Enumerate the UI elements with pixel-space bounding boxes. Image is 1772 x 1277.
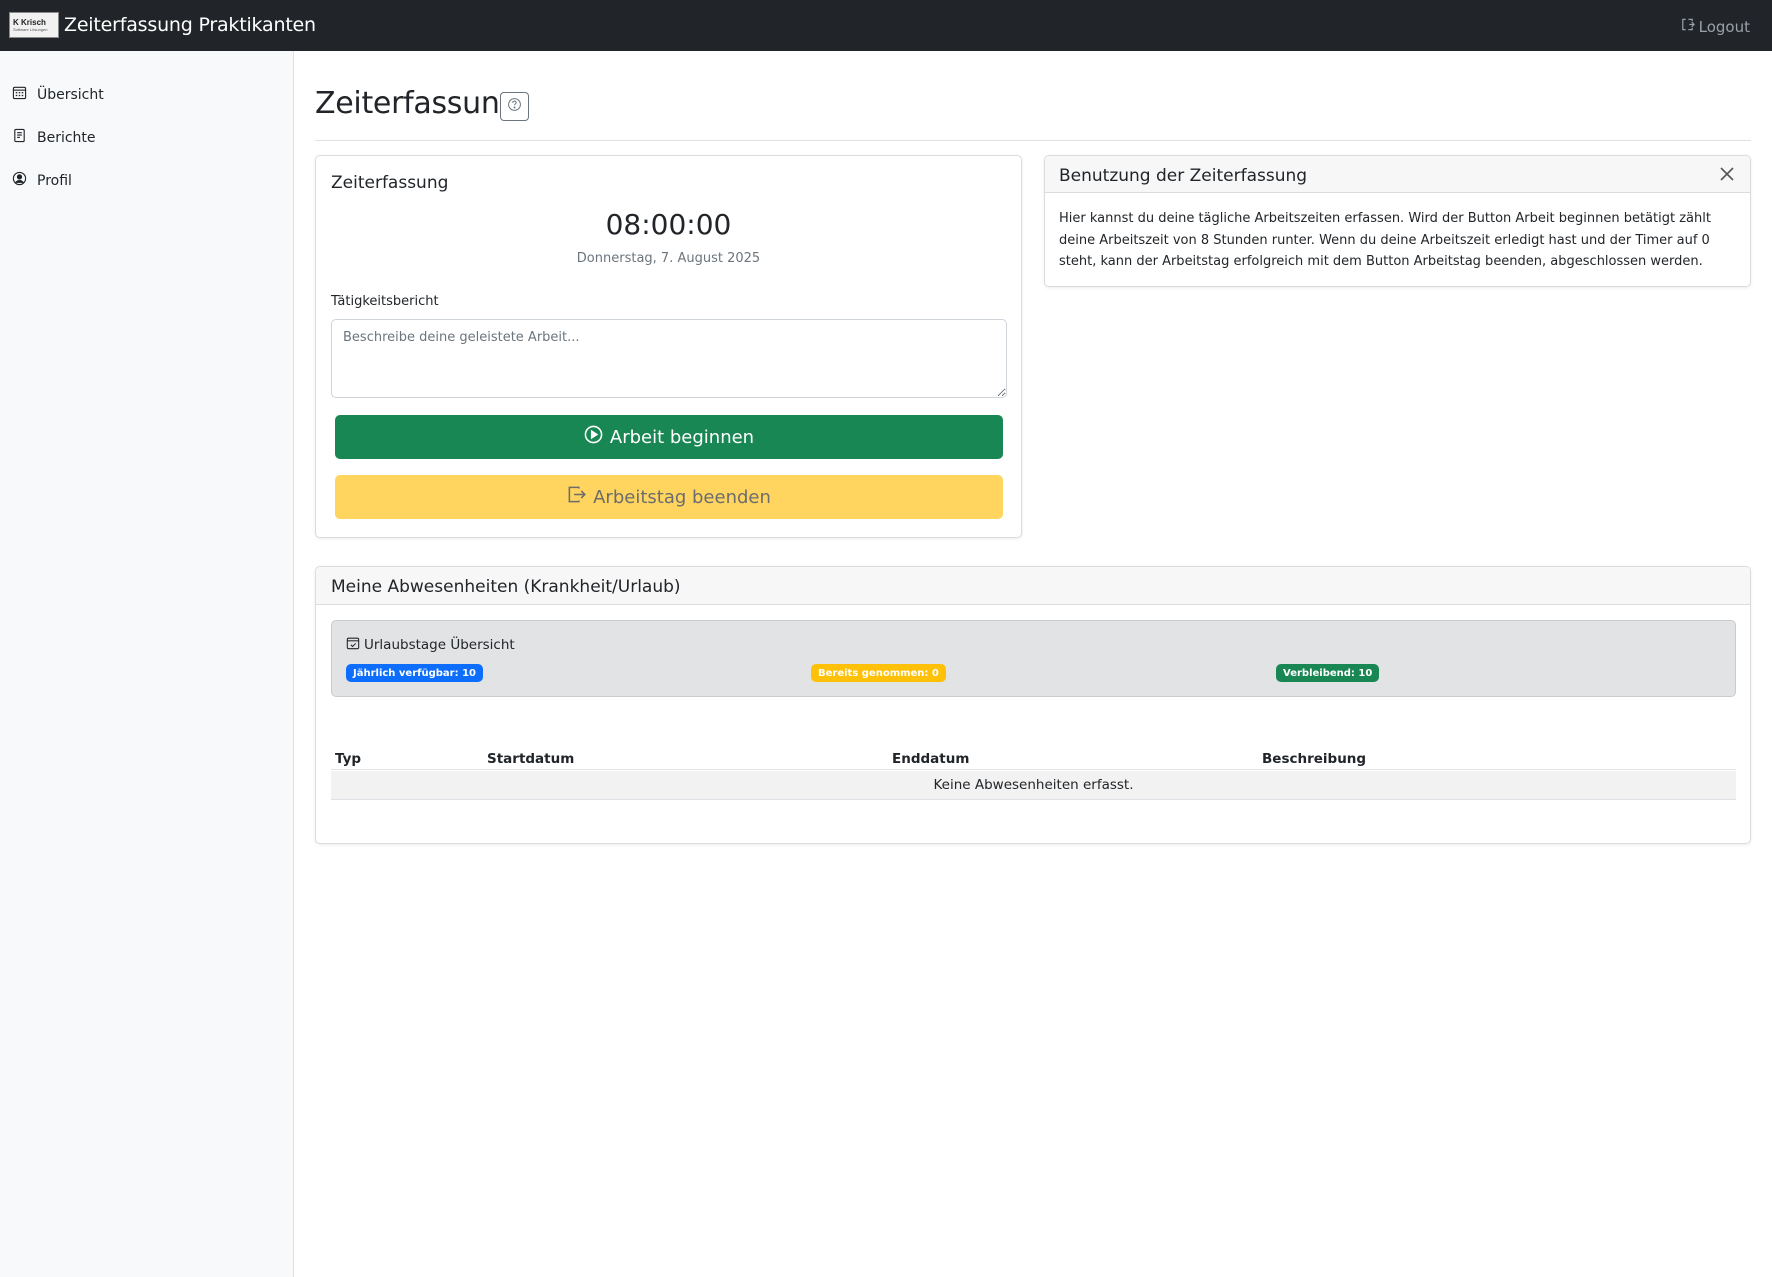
document-icon <box>12 128 27 147</box>
question-circle-icon <box>507 97 522 117</box>
info-card-header: Benutzung der Zeiterfassung <box>1045 156 1750 193</box>
end-workday-label: Arbeitstag beenden <box>593 486 771 508</box>
table-empty-row: Keine Abwesenheiten erfasst. <box>331 771 1736 800</box>
sidebar: Übersicht Berichte Profil <box>0 51 294 1277</box>
absences-card: Meine Abwesenheiten (Krankheit/Urlaub) U… <box>315 566 1751 844</box>
current-date: Donnerstag, 7. August 2025 <box>576 251 761 266</box>
countdown-timer: 08:00:00 <box>605 208 732 241</box>
person-circle-icon <box>12 171 27 190</box>
sidebar-item-label: Berichte <box>37 129 96 146</box>
calendar-check-icon <box>346 636 360 654</box>
logout-link[interactable]: Logout <box>1680 17 1750 36</box>
sidebar-item-berichte[interactable]: Berichte <box>12 128 96 147</box>
activity-report-input[interactable] <box>331 319 1007 398</box>
title-divider <box>315 140 1751 141</box>
app-title[interactable]: Zeiterfassung Praktikanten <box>64 14 316 36</box>
logo-subtext: Software Lösungen <box>13 27 48 32</box>
absences-title: Meine Abwesenheiten (Krankheit/Urlaub) <box>331 577 681 597</box>
start-work-label: Arbeit beginnen <box>609 426 755 448</box>
info-card-text: Hier kannst du deine tägliche Arbeitszei… <box>1059 211 1711 269</box>
end-workday-button[interactable]: Arbeitstag beenden <box>335 475 1003 519</box>
info-card-title: Benutzung der Zeiterfassung <box>1059 166 1308 186</box>
vacation-overview-title: Urlaubstage Übersicht <box>346 636 515 654</box>
logo-text: K Krisch <box>13 18 46 27</box>
column-header-startdatum[interactable]: Startdatum <box>487 751 574 767</box>
sidebar-item-uebersicht[interactable]: Übersicht <box>12 85 104 104</box>
column-header-enddatum[interactable]: Enddatum <box>892 751 969 767</box>
absences-header: Meine Abwesenheiten (Krankheit/Urlaub) <box>316 567 1750 605</box>
logout-label: Logout <box>1698 17 1750 36</box>
calendar-icon <box>12 85 27 104</box>
help-button[interactable] <box>500 92 529 121</box>
sidebar-item-profil[interactable]: Profil <box>12 171 72 190</box>
logout-icon <box>1680 17 1695 36</box>
vacation-overview: Urlaubstage Übersicht Jährlich verfügbar… <box>331 620 1736 697</box>
close-icon[interactable] <box>1718 165 1736 183</box>
badge-remaining: Verbleibend: 10 <box>1276 664 1380 682</box>
play-circle-icon <box>584 425 603 449</box>
report-label: Tätigkeitsbericht <box>331 294 439 309</box>
sidebar-item-label: Profil <box>37 172 72 189</box>
table-header: Typ Startdatum Enddatum Beschreibung <box>331 748 1736 770</box>
badge-taken: Bereits genommen: 0 <box>811 664 946 682</box>
column-header-beschreibung[interactable]: Beschreibung <box>1262 751 1366 767</box>
badge-available: Jährlich verfügbar: 10 <box>346 664 483 682</box>
time-tracking-card: Zeiterfassung 08:00:00 Donnerstag, 7. Au… <box>315 155 1022 538</box>
start-work-button[interactable]: Arbeit beginnen <box>335 415 1003 459</box>
time-card-title: Zeiterfassung <box>331 173 449 193</box>
vacation-overview-label: Urlaubstage Übersicht <box>364 637 515 653</box>
column-header-typ[interactable]: Typ <box>335 751 361 767</box>
sidebar-item-label: Übersicht <box>37 86 104 103</box>
top-navbar: K Krisch Software Lösungen Zeiterfassung… <box>0 0 1772 51</box>
page-title: Zeiterfassung <box>315 86 519 121</box>
exit-icon <box>567 485 587 509</box>
usage-info-card: Benutzung der Zeiterfassung Hier kannst … <box>1044 155 1751 287</box>
company-logo[interactable]: K Krisch Software Lösungen <box>9 12 59 38</box>
